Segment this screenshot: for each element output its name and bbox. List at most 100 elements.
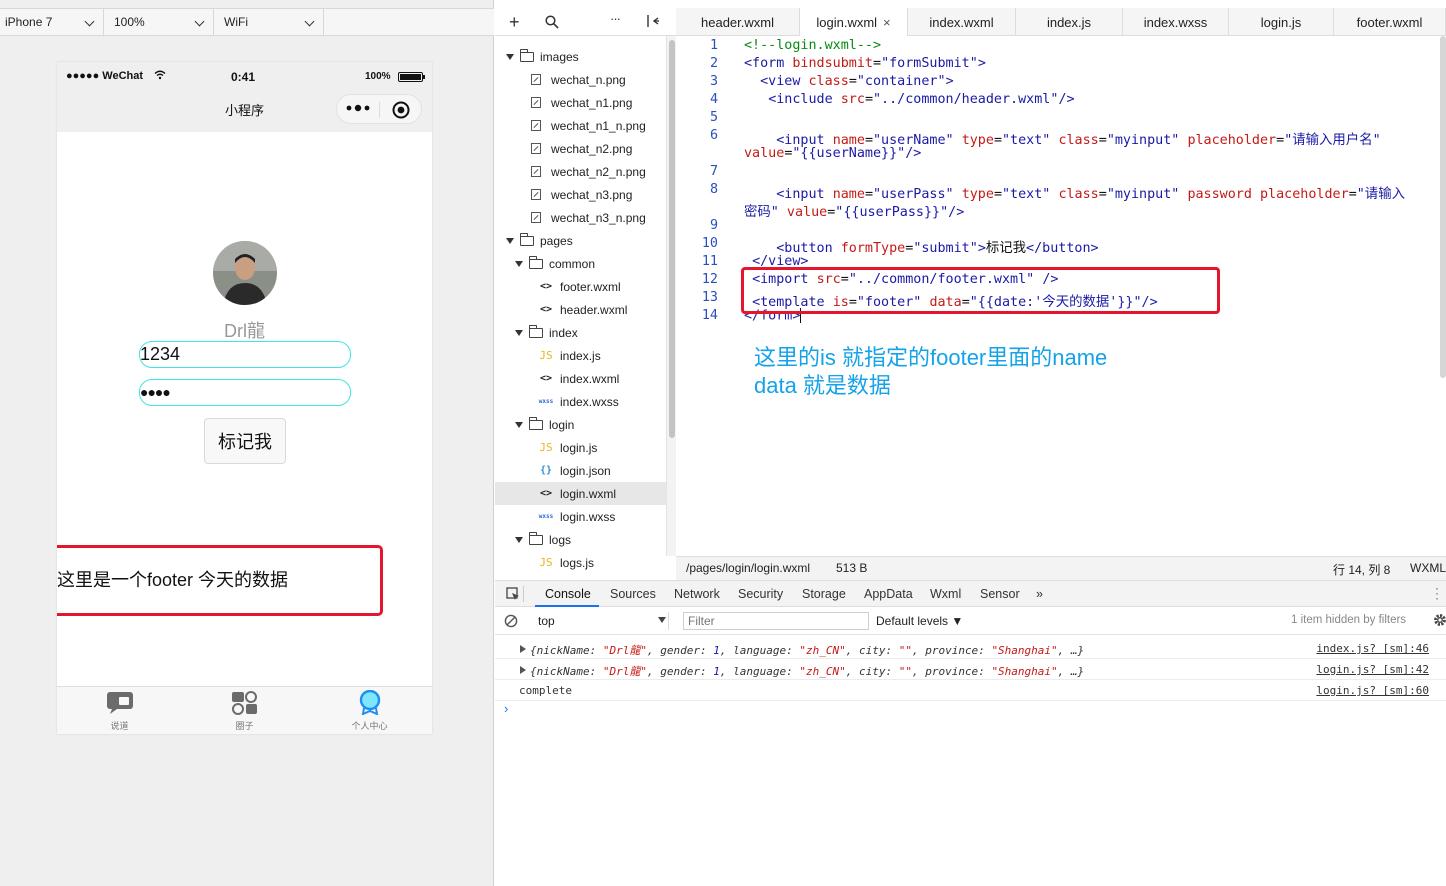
file-tree-item[interactable]: wxss login.wxss — [495, 505, 667, 528]
zoom-select[interactable]: 100% — [104, 9, 214, 35]
line-number: 13 — [701, 290, 718, 305]
log-token: "zh_CN" — [799, 665, 846, 678]
expand-arrow-icon[interactable] — [515, 536, 523, 543]
file-tree-item[interactable]: wechat_n3_n.png — [495, 206, 667, 229]
expand-arrow-icon[interactable] — [520, 666, 526, 674]
context-select[interactable]: top — [525, 612, 669, 630]
devtools-tab[interactable]: Wxml — [930, 587, 961, 601]
file-tree-item[interactable]: index — [495, 321, 667, 344]
network-select[interactable]: WiFi — [214, 9, 324, 35]
search-icon[interactable] — [545, 15, 559, 32]
phone-screen: ●●●●● WeChat 0:41 100% 小程序 Drl龍 1234 ●●●… — [57, 62, 432, 734]
devtools-tab[interactable]: Sources — [610, 587, 656, 601]
line-number: 1 — [709, 38, 718, 53]
console-log-row[interactable]: complete login.js? [sm]:60 — [495, 680, 1446, 701]
expand-arrow-icon[interactable] — [515, 260, 523, 267]
image-file-icon — [531, 74, 541, 85]
file-tree-item[interactable]: wechat_n.png — [495, 68, 667, 91]
file-tree-scrollbar[interactable] — [666, 36, 676, 556]
file-tree-item[interactable]: <> header.wxml — [495, 298, 667, 321]
console-log-row[interactable]: {nickName: "Drl龍", gender: 1, language: … — [495, 659, 1446, 680]
devtools-tab[interactable]: AppData — [864, 587, 913, 601]
devtools-tab[interactable]: Console — [545, 587, 591, 601]
devtools-tab[interactable]: Sensor — [980, 587, 1020, 601]
wxml-file-icon: <> — [539, 373, 553, 384]
inspect-element-icon[interactable] — [506, 587, 520, 604]
file-tree-item[interactable]: JS logs.js — [495, 551, 667, 574]
menu-capsule[interactable] — [336, 94, 422, 124]
editor-tab[interactable]: login.js — [1229, 8, 1334, 36]
editor-tab-label: header.wxml — [701, 14, 774, 30]
file-tree-item[interactable]: login — [495, 413, 667, 436]
password-field[interactable]: ●●●● — [139, 379, 351, 406]
editor-tab[interactable]: index.wxml — [908, 8, 1016, 36]
file-tree-item[interactable]: <> footer.wxml — [495, 275, 667, 298]
file-name: common — [549, 256, 596, 271]
file-tree-item[interactable]: <> login.wxml — [495, 482, 667, 505]
tab-item-shuodao[interactable]: 说道 — [57, 687, 182, 734]
file-tree-item[interactable]: common — [495, 252, 667, 275]
file-tree-item[interactable]: wechat_n3.png — [495, 183, 667, 206]
console-log-row[interactable]: {nickName: "Drl龍", gender: 1, language: … — [495, 638, 1446, 659]
log-source-link[interactable]: index.js? [sm]:46 — [1316, 642, 1429, 655]
file-tree-item[interactable]: JS index.js — [495, 344, 667, 367]
editor-tab[interactable]: header.wxml — [676, 8, 800, 36]
tab-item-quanzi[interactable]: 圈子 — [182, 687, 307, 734]
js-file-icon: JS — [539, 556, 553, 569]
expand-arrow-icon[interactable] — [515, 329, 523, 336]
console-filter-input[interactable] — [683, 612, 869, 630]
wxss-file-icon: wxss — [538, 513, 554, 520]
file-tree-item[interactable]: {} login.json — [495, 459, 667, 482]
language-mode[interactable]: WXML — [1410, 561, 1446, 575]
file-name: logs — [549, 532, 572, 547]
code-scrollbar[interactable] — [1440, 36, 1446, 378]
kebab-menu-icon[interactable]: · · · — [1435, 582, 1439, 604]
expand-arrow-icon[interactable] — [506, 237, 514, 244]
file-tree-item[interactable]: wechat_n2.png — [495, 137, 667, 160]
wxml-file-icon: <> — [539, 304, 553, 315]
log-token: nickName — [536, 665, 590, 678]
file-tree-item[interactable]: wechat_n1.png — [495, 91, 667, 114]
collapse-panel-icon[interactable] — [646, 14, 660, 31]
close-target-icon[interactable] — [392, 101, 410, 122]
editor-tab[interactable]: index.js — [1016, 8, 1123, 36]
mark-me-button[interactable]: 标记我 — [204, 418, 286, 464]
file-tree-item[interactable]: wxss index.wxss — [495, 390, 667, 413]
file-tree-item[interactable]: images — [495, 45, 667, 68]
close-icon[interactable]: × — [883, 15, 891, 30]
devtools-tab[interactable]: Security — [738, 587, 783, 601]
file-tree-item[interactable]: <> index.wxml — [495, 367, 667, 390]
devtools-tab[interactable]: Storage — [802, 587, 846, 601]
code-editor[interactable]: 1 <!--login.wxml--> 2 <form bindsubmit="for… — [676, 36, 1446, 556]
editor-tab[interactable]: index.wxss — [1123, 8, 1229, 36]
log-source-link[interactable]: login.js? [sm]:60 — [1316, 684, 1429, 697]
file-tree-item[interactable]: logs — [495, 528, 667, 551]
file-tree-item[interactable]: wechat_n2_n.png — [495, 160, 667, 183]
expand-arrow-icon[interactable] — [506, 53, 514, 60]
add-file-icon[interactable]: + — [509, 12, 520, 33]
devtools-tab[interactable]: Network — [674, 587, 720, 601]
file-name: wechat_n2_n.png — [551, 164, 646, 179]
editor-tab[interactable]: footer.wxml — [1334, 8, 1446, 36]
expand-arrow-icon[interactable] — [520, 645, 526, 653]
file-name: login.js — [560, 440, 598, 455]
log-source-link[interactable]: login.js? [sm]:42 — [1316, 663, 1429, 676]
console-prompt-icon[interactable]: › — [504, 701, 508, 716]
log-levels-dropdown[interactable]: Default levels ▼ — [876, 614, 963, 628]
editor-tab[interactable]: login.wxml × — [800, 8, 908, 37]
more-dots-icon[interactable] — [346, 101, 370, 118]
username-field[interactable]: 1234 — [139, 341, 351, 368]
file-tree-item[interactable]: pages — [495, 229, 667, 252]
device-select[interactable]: iPhone 7 — [0, 9, 104, 35]
devtools-tab[interactable]: » — [1036, 587, 1043, 601]
code-line: <view class="container"> — [744, 74, 954, 89]
expand-arrow-icon[interactable] — [515, 421, 523, 428]
tab-item-profile[interactable]: 个人中心 — [307, 687, 432, 734]
file-tree-item[interactable]: wechat_n1_n.png — [495, 114, 667, 137]
more-icon[interactable]: ··· — [610, 11, 621, 26]
js-file-icon: JS — [539, 441, 553, 454]
clear-console-icon[interactable] — [504, 614, 518, 631]
file-tree-item[interactable]: JS login.js — [495, 436, 667, 459]
gear-icon[interactable] — [1433, 613, 1446, 630]
